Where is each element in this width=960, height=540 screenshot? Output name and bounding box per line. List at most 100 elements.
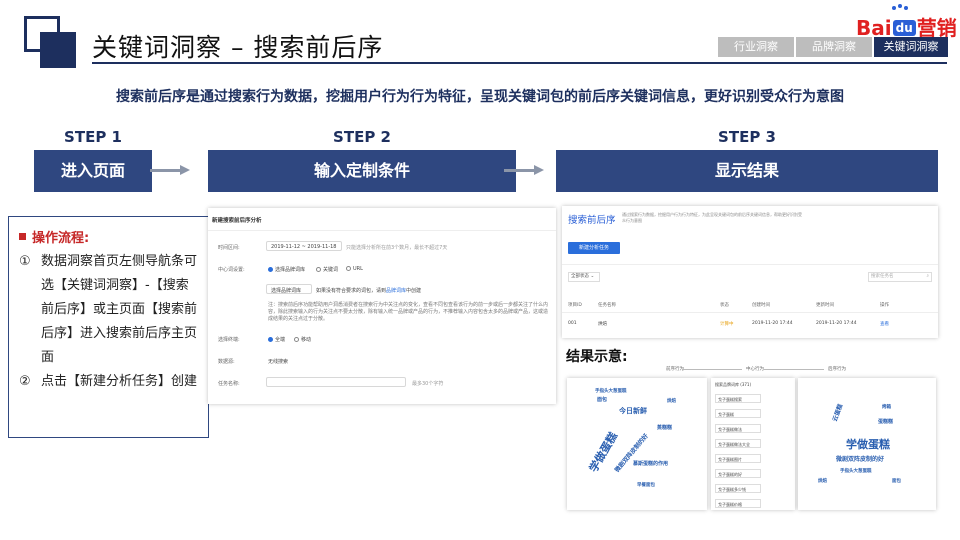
list-title: 搜索前后序: [568, 215, 616, 226]
arrow-right-icon: [504, 165, 544, 175]
step-1-box: 进入页面: [34, 150, 152, 192]
column-header: 创建时间: [752, 303, 770, 308]
square-bullet-icon: [19, 233, 26, 240]
cloud-word: 云蛋糕: [831, 403, 845, 423]
brand-library-link[interactable]: 品牌词库: [386, 288, 406, 294]
arrow-right-icon: [150, 165, 190, 175]
brand-library-select[interactable]: 选择品牌词库: [266, 284, 312, 294]
process-panel: 操作流程: ① 数据洞察首页左侧导航条可选【关键词洞察】-【搜索前后序】或主页面…: [8, 216, 209, 438]
task-name-hint: 最多30个字符: [412, 381, 444, 387]
task-name-label: 任务名称:: [218, 381, 240, 387]
page-title: 关键词洞察 – 搜索前后序: [92, 33, 384, 62]
new-analysis-task-button[interactable]: 新建分析任务: [568, 242, 620, 254]
terminal-label: 选择终端:: [218, 337, 240, 343]
center-list-item: 戈子蛋糕多少钱: [715, 484, 761, 493]
decor-square-filled: [40, 32, 76, 68]
date-range-value: 2019-11-12 ~ 2019-11-18: [271, 244, 337, 250]
task-name-input[interactable]: [266, 377, 406, 387]
cloud-word: 蒸糕糕: [657, 425, 673, 431]
center-list-item: 戈子蛋糕价格: [715, 499, 761, 508]
flow-center: 中心行为: [746, 367, 764, 372]
cloud-word: 手指头大葱蛋糕: [840, 469, 872, 474]
center-list-item: 戈子蛋糕: [715, 409, 761, 418]
step-3-box: 显示结果: [556, 150, 938, 192]
process-step-number: ①: [19, 254, 31, 269]
brand-library-select-value: 选择品牌词库: [271, 288, 302, 294]
data-source-value: 无线搜索: [268, 359, 289, 365]
task-search-input[interactable]: 搜索任务名 ⌕: [868, 272, 932, 282]
row-status-badge: 计算中: [720, 322, 734, 327]
center-list-item: 戈子蛋糕图片: [715, 454, 761, 463]
radio-icon: [346, 266, 351, 271]
paw-icon-dot: [898, 4, 902, 8]
row-view-link[interactable]: 查看: [880, 321, 889, 327]
center-radio-url[interactable]: URL: [346, 266, 363, 272]
time-range-hint: 只能选择分析所在前3个数月，最长不超过7天: [346, 245, 448, 251]
cloud-word: 早餐面包: [637, 483, 655, 488]
step-2-box: 输入定制条件: [208, 150, 516, 192]
cloud-word: 手指头大葱蛋糕: [595, 389, 627, 394]
cloud-word: 蛋糕糕: [878, 419, 894, 425]
cloud-word: 学做蛋糕: [846, 438, 890, 451]
center-list-item: 戈子蛋糕做法大全: [715, 439, 761, 448]
pre-behavior-word-cloud: 学做蛋糕 今日新鲜 微剧双阵皮制的好 蒸糕糕 面包 慕斯蛋糕的作用 早餐面包 手…: [567, 378, 707, 510]
process-step-text: 数据洞察首页左侧导航条可选【关键词洞察】-【搜索前后序】或主页面【搜索前后序】进…: [41, 254, 198, 365]
center-list-item: 戈子蛋糕的好: [715, 469, 761, 478]
cloud-word: 微剧双阵皮制的好: [836, 456, 885, 463]
title-divider: [92, 62, 947, 64]
status-filter-select[interactable]: 全部状态 ⌄: [568, 272, 600, 282]
row-id: 001: [568, 321, 577, 326]
center-keyword-list: 搜索品牌词库 (371) 戈子蛋糕搜索 戈子蛋糕 戈子蛋糕做法 戈子蛋糕做法大全…: [711, 378, 795, 510]
flow-after: 后序行为: [828, 367, 846, 372]
terminal-radio-all[interactable]: 全端: [268, 336, 285, 343]
cloud-word: 烘焙: [818, 479, 827, 484]
cloud-word: 今日新鲜: [619, 407, 647, 415]
behavior-flow-bar: 前序行为 中心行为 后序行为: [566, 362, 938, 376]
cloud-word: 面包: [597, 397, 608, 403]
process-step-1: ① 数据洞察首页左侧导航条可选【关键词洞察】-【搜索前后序】或主页面【搜索前后序…: [19, 250, 198, 370]
step-1-label: STEP 1: [64, 128, 122, 146]
process-heading: 操作流程:: [19, 227, 198, 246]
tab-brand-insight[interactable]: 品牌洞察: [796, 37, 872, 57]
post-behavior-word-cloud: 学做蛋糕 微剧双阵皮制的好 云蛋糕 蛋糕糕 手指头大葱蛋糕 烤箱 面包 烘焙: [798, 378, 936, 510]
process-step-number: ②: [19, 374, 31, 389]
center-list-title: 搜索品牌词库 (371): [715, 382, 752, 387]
center-radio-keyword[interactable]: 关键词: [316, 266, 338, 273]
tab-keyword-insight[interactable]: 关键词洞察: [874, 37, 948, 57]
column-header: 项目ID: [568, 303, 582, 308]
radio-selected-icon: [268, 337, 273, 342]
form-title: 新建搜索前后序分析: [212, 218, 262, 224]
row-created: 2019-11-20 17:44: [752, 321, 793, 326]
brand-hint: 如果没有符合要求的词包，请到品牌词库中创建: [316, 288, 422, 294]
page-subtitle: 搜索前后序是通过搜索行为数据，挖掘用户行为行为特征，呈现关键词包的前后序关键词信…: [116, 89, 844, 105]
cloud-word: 面包: [892, 479, 901, 484]
column-header: 状态: [720, 303, 729, 308]
center-word-label: 中心词设置:: [218, 267, 245, 273]
process-step-2: ② 点击【新建分析任务】创建: [19, 370, 198, 394]
task-list-screenshot: 搜索前后序 通过搜索行为数据，挖掘用户行为行为特征，为此呈现关键词包的前后序关键…: [562, 206, 938, 338]
date-range-input[interactable]: 2019-11-12 ~ 2019-11-18: [266, 241, 342, 251]
column-header: 操作: [880, 303, 889, 308]
paw-icon-dot: [904, 6, 908, 10]
cloud-word: 烘焙: [667, 399, 676, 404]
cloud-word: 慕斯蛋糕的作用: [633, 461, 669, 467]
process-step-text: 点击【新建分析任务】创建: [41, 374, 198, 389]
terminal-radio-mobile[interactable]: 移动: [294, 336, 311, 343]
center-list-item: 戈子蛋糕搜索: [715, 394, 761, 403]
search-icon: ⌕: [926, 274, 929, 279]
step-2-label: STEP 2: [333, 128, 391, 146]
chevron-down-icon: ⌄: [590, 274, 595, 279]
form-note: 注：搜索前后序功能帮助用户洞悉消费者在搜索行为中关注点的变化，查看不同包查看该行…: [268, 302, 549, 322]
radio-icon: [316, 267, 321, 272]
process-heading-text: 操作流程:: [32, 231, 90, 246]
radio-icon: [294, 337, 299, 342]
radio-selected-icon: [268, 267, 273, 272]
cloud-word: 烤箱: [882, 405, 891, 410]
list-description: 通过搜索行为数据，挖掘用户行为行为特征，为此呈现关键词包的前后序关键词信息，帮助…: [622, 212, 802, 223]
logo-du: du: [892, 20, 916, 36]
center-radio-brand[interactable]: 选择品牌词库: [268, 266, 305, 273]
tab-industry-insight[interactable]: 行业洞察: [718, 37, 794, 57]
column-header: 更新时间: [816, 303, 834, 308]
paw-icon-dot: [892, 6, 896, 10]
time-range-label: 时间区间:: [218, 245, 240, 251]
